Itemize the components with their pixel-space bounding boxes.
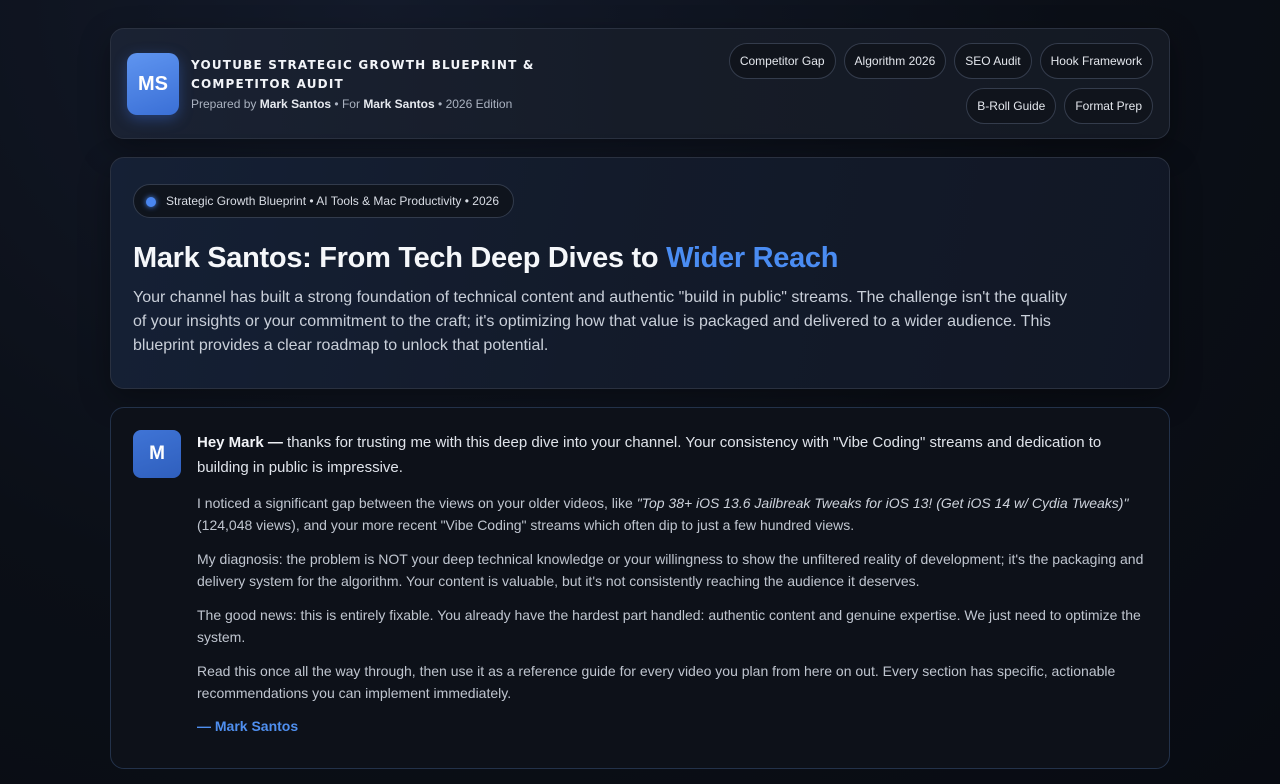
header-card: MS YouTube Strategic Growth Blueprint & … (110, 28, 1170, 139)
greeting-bold: Hey Mark — (197, 434, 283, 451)
nav-chip-format-prep[interactable]: Format Prep (1064, 88, 1153, 124)
separator: • (334, 97, 339, 111)
hero-title: Mark Santos: From Tech Deep Dives to Wid… (133, 242, 838, 275)
category-badge-label: Strategic Growth Blueprint • AI Tools & … (166, 194, 499, 208)
hero-title-accent: Wider Reach (666, 242, 839, 274)
video-title-quote: "Top 38+ iOS 13.6 Jailbreak Tweaks for i… (636, 495, 1129, 511)
letter-body: Hey Mark — thanks for trusting me with t… (197, 430, 1147, 734)
letter-paragraph-3: The good news: this is entirely fixable.… (197, 607, 1141, 645)
letter-greeting: Hey Mark — thanks for trusting me with t… (197, 430, 1147, 480)
prepared-label: Prepared by (191, 97, 257, 111)
hero-description: Your channel has built a strong foundati… (133, 289, 1068, 354)
letter-paragraph-2: My diagnosis: the problem is NOT your de… (197, 551, 1144, 589)
for-name: Mark Santos (363, 97, 435, 111)
category-badge: Strategic Growth Blueprint • AI Tools & … (133, 184, 514, 218)
logo-badge: MS (127, 53, 179, 115)
page-title: YouTube Strategic Growth Blueprint & Com… (191, 58, 535, 91)
section-nav: Competitor Gap Algorithm 2026 SEO Audit … (683, 43, 1153, 124)
nav-chip-algorithm-2026[interactable]: Algorithm 2026 (843, 43, 947, 79)
prepared-by-name: Mark Santos (259, 97, 332, 111)
p1-before: I noticed a significant gap between the … (197, 495, 633, 511)
page: MS YouTube Strategic Growth Blueprint & … (110, 28, 1170, 769)
letter-signature: — Mark Santos (197, 718, 299, 734)
hero-title-main: Mark Santos: From Tech Deep Dives to (133, 242, 659, 274)
greeting-text: thanks for trusting me with this deep di… (197, 434, 1102, 476)
p1-after: (124,048 views), and your more recent "V… (197, 517, 855, 533)
edition-label: 2026 Edition (445, 97, 513, 111)
letter-paragraph-1: I noticed a significant gap between the … (197, 492, 1147, 536)
nav-chip-hook-framework[interactable]: Hook Framework (1039, 43, 1153, 79)
nav-chip-seo-audit[interactable]: SEO Audit (954, 43, 1032, 79)
hero-card: Strategic Growth Blueprint • AI Tools & … (110, 157, 1170, 389)
separator: • (438, 97, 443, 111)
nav-chip-competitor-gap[interactable]: Competitor Gap (728, 43, 836, 79)
for-label: For (341, 97, 360, 111)
nav-chip-b-roll-guide[interactable]: B-Roll Guide (966, 88, 1057, 124)
letter-paragraph-4: Read this once all the way through, then… (197, 663, 1116, 701)
avatar: M (133, 430, 181, 478)
status-dot-icon (146, 197, 156, 207)
header-subtitle: Prepared by Mark Santos • For Mark Santo… (191, 97, 512, 111)
intro-letter-card: M Hey Mark — thanks for trusting me with… (110, 407, 1170, 769)
